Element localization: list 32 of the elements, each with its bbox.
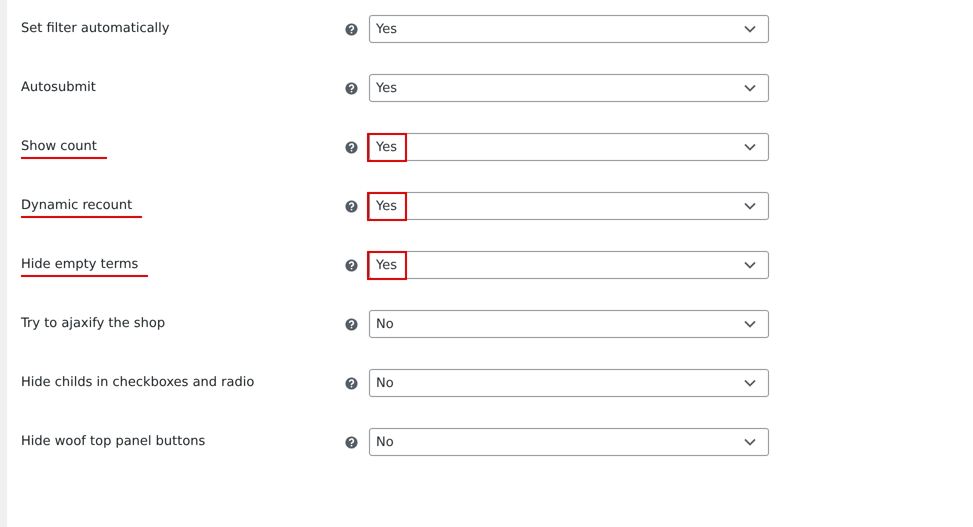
- select-field[interactable]: No: [369, 310, 769, 338]
- caret-icon: [744, 438, 756, 446]
- select-field[interactable]: Yes: [369, 15, 769, 43]
- select-field[interactable]: Yes: [369, 251, 769, 279]
- caret-icon: [744, 320, 756, 328]
- setting-label: Set filter automatically: [21, 21, 170, 38]
- help-icon[interactable]: [345, 376, 358, 390]
- select-field[interactable]: Yes: [369, 133, 769, 161]
- select-field[interactable]: No: [369, 428, 769, 456]
- select-field[interactable]: No: [369, 369, 769, 397]
- setting-label: Show count: [21, 139, 107, 159]
- help-icon[interactable]: [345, 140, 358, 154]
- setting-label: Try to ajaxify the shop: [21, 316, 166, 333]
- caret-icon: [744, 25, 756, 33]
- setting-label: Hide childs in checkboxes and radio: [21, 375, 254, 392]
- caret-icon: [744, 84, 756, 92]
- setting-label: Hide woof top panel buttons: [21, 434, 206, 451]
- help-icon[interactable]: [345, 258, 358, 272]
- help-icon[interactable]: [345, 318, 358, 330]
- help-icon[interactable]: [345, 200, 358, 212]
- select-field[interactable]: Yes: [369, 192, 769, 220]
- setting-label: Dynamic recount: [21, 198, 142, 218]
- select-field[interactable]: Yes: [369, 74, 769, 102]
- caret-icon: [744, 202, 756, 210]
- caret-icon: [744, 379, 756, 387]
- help-icon[interactable]: [345, 82, 358, 94]
- caret-icon: [744, 143, 756, 151]
- setting-label: Autosubmit: [21, 80, 96, 97]
- caret-icon: [744, 261, 756, 269]
- help-icon[interactable]: [345, 436, 358, 448]
- help-icon[interactable]: [345, 22, 358, 36]
- setting-label: Hide empty terms: [21, 257, 148, 277]
